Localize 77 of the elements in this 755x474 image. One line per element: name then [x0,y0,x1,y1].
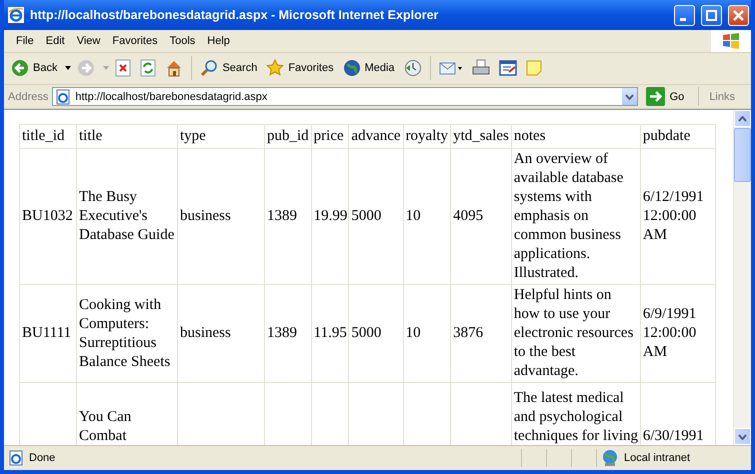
table-cell: 5000 [348,284,404,383]
minimize-button[interactable] [674,4,695,26]
menu-item[interactable]: File [10,33,40,49]
column-header: pub_id [264,124,312,149]
table-cell: 4095 [450,148,512,285]
scroll-up-button[interactable] [734,110,751,128]
scroll-down-button[interactable] [734,428,751,446]
links-button[interactable]: Links [703,90,747,103]
column-header: title_id [20,124,76,149]
table-cell: The Busy Executive's Database Guide [76,148,178,285]
menu-item[interactable]: View [70,33,106,49]
table-cell: An overview of available database systems with emphasis on common business applications. Illustrated. [511,148,640,285]
maximize-button[interactable] [701,4,722,26]
network-globe-icon [601,449,619,468]
document-pen-icon [498,59,517,78]
table-cell: business [178,284,264,383]
stop-icon [115,59,132,78]
table-cell: BU1111 [20,284,76,383]
back-button[interactable]: Back [8,56,60,80]
table-cell: business [178,148,264,285]
note-icon [526,60,542,76]
table-cell: 10 [403,148,451,285]
page-icon [55,88,72,105]
table-cell: 10 [403,284,451,383]
scroll-thumb[interactable] [734,128,751,182]
table-cell: 5000 [348,148,404,285]
search-button[interactable]: Search [197,56,260,80]
table-cell: 1389 [264,284,312,383]
column-header: advance [348,124,404,149]
browser-logo-icon [8,7,24,23]
chevron-down-icon [738,434,747,440]
maximize-icon [706,10,717,20]
table-cell: Cooking with Computers: Surreptitious Balance Sheets [76,284,178,383]
close-icon [733,10,744,20]
menu-item[interactable]: Favorites [106,33,164,49]
menu-item[interactable]: Edit [40,33,71,49]
house-icon [165,59,184,78]
dropdown-button[interactable] [622,88,637,106]
table-cell: 19.99 [311,148,349,285]
table-cell: You Can Combat [76,382,178,446]
search-icon [200,59,218,78]
column-header: notes [511,124,640,149]
security-zone: Local intranet [624,452,690,464]
star-icon [266,59,284,78]
caret-icon[interactable] [65,66,72,70]
media-button[interactable]: Media [340,56,398,80]
address-label: Address [8,90,48,103]
windows-flag-icon [722,33,740,49]
column-header: ytd_sales [450,124,512,149]
table-cell: 1389 [264,148,312,285]
table-cell: 11.95 [311,284,349,383]
close-button[interactable] [728,4,749,26]
table-cell: 6/9/1991 12:00:00 AM [640,284,716,383]
column-header: royalty [403,124,451,149]
window-title: http://localhost/barebonesdatagrid.aspx - Microsoft Internet Explorer [30,8,440,22]
table-cell: Helpful hints on how to use your electronic resources to the best advantage. [511,284,640,383]
refresh-icon [140,59,156,78]
globe-icon [342,59,361,78]
printer-icon [472,59,490,78]
page-icon [8,450,24,466]
table-cell: BU1032 [20,148,76,285]
favorites-button[interactable]: Favorites [263,56,337,80]
status-text: Done [29,452,56,464]
vertical-scrollbar[interactable] [733,110,751,446]
table-cell: 3876 [450,284,512,383]
table-cell: 6/12/1991 12:00:00 AM [640,148,716,285]
minimize-icon [680,18,686,20]
menu-item[interactable]: Tools [164,33,202,49]
address-field[interactable]: http://localhost/barebonesdatagrid.aspx [52,87,638,106]
go-button[interactable]: Go [642,87,700,106]
chevron-down-icon [624,94,634,100]
chevron-up-icon [738,116,747,122]
column-header: price [311,124,349,149]
column-header: title [76,124,178,149]
column-header: type [178,124,264,149]
column-header: pubdate [640,124,716,149]
menu-item[interactable]: Help [201,33,236,49]
